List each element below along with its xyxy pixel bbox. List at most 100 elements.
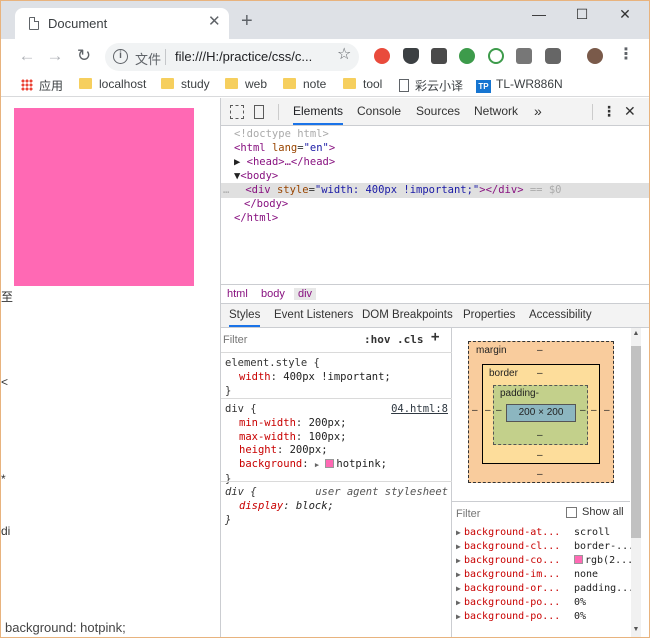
expand-triangle-icon[interactable]: ▶	[456, 542, 461, 551]
device-toolbar-icon[interactable]	[254, 105, 264, 119]
box-model-border[interactable]: border – – – – padding- – – – 200 × 200	[482, 364, 600, 464]
extension-play-icon[interactable]	[488, 48, 504, 64]
bookmark-study[interactable]: study	[161, 77, 210, 93]
tab-close-icon[interactable]: ✕	[208, 14, 221, 30]
bookmark-caiyun[interactable]: 彩云小译	[399, 77, 463, 93]
profile-avatar[interactable]	[587, 48, 603, 64]
box-model-content-size[interactable]: 200 × 200	[506, 404, 576, 422]
padding-left-value[interactable]: –	[496, 405, 502, 416]
devtools-menu-icon[interactable]: ⋮	[602, 98, 616, 125]
close-devtools-icon[interactable]: ✕	[624, 98, 636, 125]
rule-selector[interactable]: element.style {	[225, 357, 448, 371]
margin-right-value[interactable]: –	[604, 405, 610, 416]
tab-sources[interactable]: Sources	[416, 98, 460, 125]
tab-console[interactable]: Console	[357, 98, 401, 125]
dom-html-close[interactable]: </html>	[234, 211, 278, 226]
source-link[interactable]: 04.html:8	[391, 403, 448, 417]
expand-triangle-icon[interactable]: ▶	[456, 556, 461, 565]
border-left-value[interactable]: –	[485, 405, 491, 416]
bookmark-localhost[interactable]: localhost	[79, 77, 146, 93]
box-model-margin[interactable]: margin – – – – border – – – – padding- –…	[468, 341, 614, 483]
border-top-value[interactable]: –	[537, 368, 543, 379]
crumb-div[interactable]: div	[294, 288, 317, 300]
browser-menu-icon[interactable]: ⋮	[618, 46, 634, 64]
show-all-checkbox[interactable]	[566, 507, 577, 518]
expand-triangle-icon[interactable]: ▶	[234, 156, 240, 168]
box-model-padding[interactable]: padding- – – – 200 × 200	[493, 385, 588, 445]
color-swatch[interactable]	[574, 555, 583, 564]
maximize-button[interactable]: ☐	[572, 5, 592, 23]
reload-icon[interactable]: ↻	[74, 46, 94, 66]
expand-triangle-icon[interactable]: ▶	[456, 528, 461, 537]
tab-event-listeners[interactable]: Event Listeners	[274, 304, 353, 327]
scroll-up-arrow-icon[interactable]: ▲	[631, 330, 641, 337]
dom-doctype[interactable]: <!doctype html>	[234, 127, 329, 142]
expand-triangle-icon[interactable]: ▶	[456, 598, 461, 607]
style-property[interactable]: width: 400px !important;	[225, 371, 448, 385]
border-right-value[interactable]: –	[591, 405, 597, 416]
style-property[interactable]: height: 200px;	[225, 444, 448, 458]
color-swatch[interactable]	[325, 459, 335, 469]
computed-row[interactable]: ▶ background-im... none	[456, 569, 628, 583]
extension-camera-icon[interactable]	[545, 48, 561, 64]
style-property[interactable]: background: ▶ hotpink;	[225, 458, 448, 473]
padding-bottom-value[interactable]: –	[537, 430, 543, 441]
sidebar-scrollbar-thumb[interactable]	[631, 346, 641, 538]
tab-network[interactable]: Network	[474, 98, 518, 125]
computed-row[interactable]: ▶ background-po... 0%	[456, 611, 628, 625]
new-tab-button[interactable]: +	[241, 11, 253, 31]
style-property[interactable]: max-width: 100px;	[225, 431, 448, 445]
address-bar[interactable]: i 文件 file:///H:/practice/css/c...	[105, 43, 359, 71]
new-rule-button[interactable]: +	[431, 329, 439, 345]
inspect-element-icon[interactable]	[230, 105, 244, 119]
extension-binary-icon[interactable]	[431, 48, 447, 64]
bookmark-apps[interactable]: 应用	[21, 77, 63, 93]
dom-body-open[interactable]: ▼<body>	[234, 169, 278, 184]
scroll-down-arrow-icon[interactable]: ▼	[631, 626, 641, 633]
expand-triangle-icon[interactable]: ▶	[315, 461, 319, 469]
computed-row[interactable]: ▶ background-or... padding...	[456, 583, 634, 597]
dom-head[interactable]: ▶ <head>…</head>	[234, 155, 335, 170]
bookmark-tl-wr886n[interactable]: TP TL-WR886N	[476, 77, 563, 93]
computed-row[interactable]: ▶ background-co... rgb(2...	[456, 555, 633, 569]
hov-toggle[interactable]: :hov	[364, 333, 391, 346]
tab-styles[interactable]: Styles	[229, 304, 261, 327]
extension-globe-icon[interactable]	[459, 48, 475, 64]
back-arrow-icon[interactable]: ←	[17, 46, 37, 66]
margin-top-value[interactable]: –	[537, 345, 543, 356]
margin-bottom-value[interactable]: –	[537, 469, 543, 480]
info-icon[interactable]: i	[113, 49, 128, 64]
cls-toggle[interactable]: .cls	[397, 333, 424, 346]
computed-row[interactable]: ▶ background-cl... border-...	[456, 541, 634, 555]
computed-row[interactable]: ▶ background-po... 0%	[456, 597, 628, 611]
computed-row[interactable]: ▶ background-at... scroll	[456, 527, 628, 541]
minimize-button[interactable]: —	[529, 5, 549, 23]
tab-elements[interactable]: Elements	[293, 98, 344, 125]
padding-right-value[interactable]: –	[580, 405, 586, 416]
expand-triangle-icon[interactable]: ▶	[456, 570, 461, 579]
expand-triangle-icon[interactable]: ▶	[456, 612, 461, 621]
dom-selected-div[interactable]: … <div style="width: 400px !important;"><…	[221, 183, 649, 198]
computed-filter-input[interactable]	[456, 505, 556, 523]
tab-dom-breakpoints[interactable]: DOM Breakpoints	[362, 304, 453, 327]
tab-accessibility[interactable]: Accessibility	[529, 304, 592, 327]
style-property[interactable]: min-width: 200px;	[225, 417, 448, 431]
margin-left-value[interactable]: –	[472, 405, 478, 416]
bookmark-web[interactable]: web	[225, 77, 267, 93]
expand-triangle-icon[interactable]: ▶	[456, 584, 461, 593]
bookmark-tool[interactable]: tool	[343, 77, 382, 93]
more-tabs-icon[interactable]: »	[534, 98, 542, 125]
close-window-button[interactable]: ✕	[615, 5, 635, 23]
dom-body-close[interactable]: </body>	[244, 197, 288, 212]
tab-document[interactable]: Document ✕	[15, 8, 229, 39]
extension-compass-icon[interactable]	[374, 48, 390, 64]
dom-html-open[interactable]: <html lang="en">	[234, 141, 335, 156]
border-bottom-value[interactable]: –	[537, 450, 543, 461]
url-text[interactable]: file:///H:/practice/css/c...	[175, 49, 312, 64]
forward-arrow-icon[interactable]: →	[45, 46, 65, 66]
crumb-html[interactable]: html	[227, 288, 248, 300]
extension-shield-icon[interactable]	[403, 48, 419, 64]
extension-grid-icon[interactable]	[516, 48, 532, 64]
tab-properties[interactable]: Properties	[463, 304, 515, 327]
bookmark-note[interactable]: note	[283, 77, 326, 93]
